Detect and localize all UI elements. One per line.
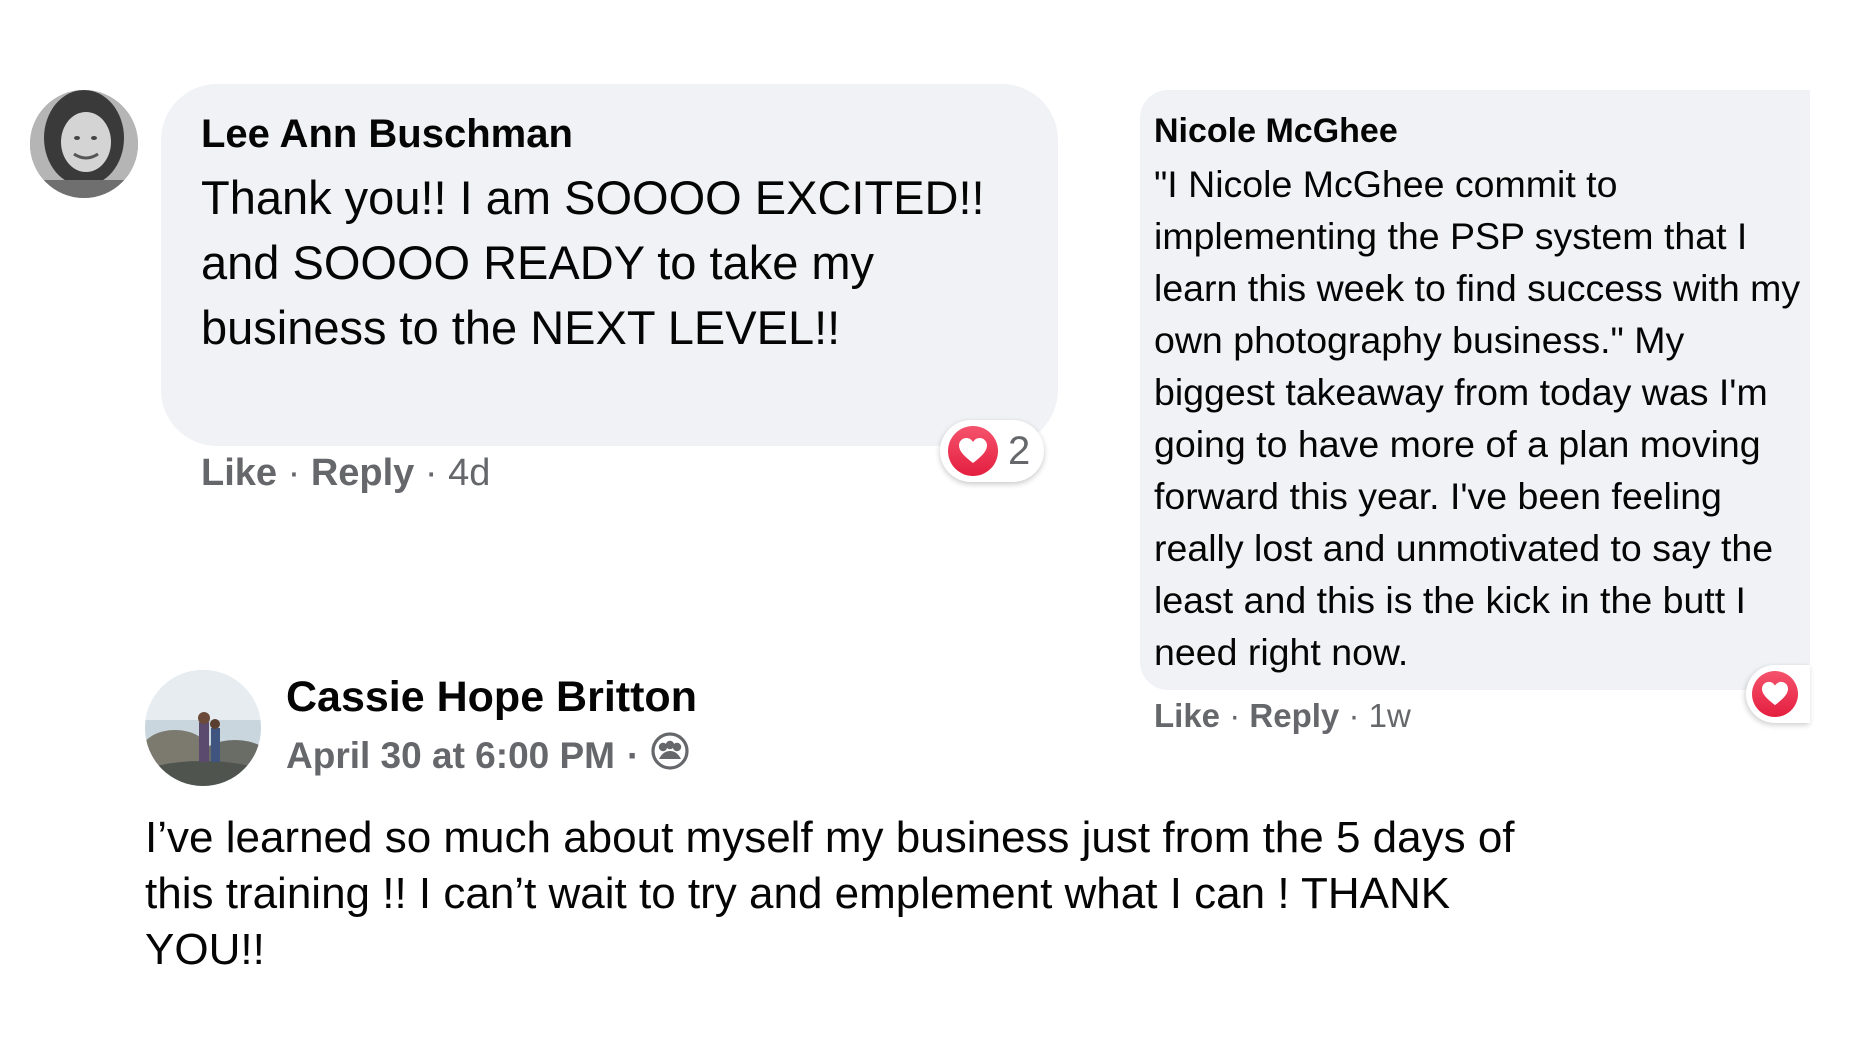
reply-link[interactable]: Reply xyxy=(311,452,414,494)
separator: · xyxy=(287,452,301,494)
comment-actions: Like · Reply · 4d xyxy=(201,452,490,495)
post-author-name[interactable]: Cassie Hope Britton xyxy=(286,673,697,722)
group-icon[interactable] xyxy=(651,732,689,779)
reaction-summary[interactable] xyxy=(1746,665,1810,723)
comment-timestamp[interactable]: 1w xyxy=(1369,697,1411,734)
post-text: I’ve learned so much about myself my bus… xyxy=(145,813,1515,974)
comment-actions: Like · Reply · 1w xyxy=(1154,697,1411,735)
avatar-lee-ann[interactable] xyxy=(30,90,138,198)
comment-timestamp[interactable]: 4d xyxy=(448,452,490,494)
avatar-cassie[interactable] xyxy=(145,670,261,786)
reaction-count: 2 xyxy=(1008,428,1031,473)
separator: · xyxy=(1229,697,1241,734)
comment-text: Thank you!! I am SOOOO EXCITED!! and SOO… xyxy=(201,171,985,354)
heart-icon xyxy=(1752,671,1798,717)
like-link[interactable]: Like xyxy=(1154,697,1220,734)
post-meta: April 30 at 6:00 PM · xyxy=(286,732,689,779)
separator: · xyxy=(424,452,438,494)
comment-author-name[interactable]: Nicole McGhee xyxy=(1154,112,1398,151)
comment-text: "I Nicole McGhee commit to implementing … xyxy=(1154,163,1801,673)
comment-author-name[interactable]: Lee Ann Buschman xyxy=(201,112,573,157)
heart-icon xyxy=(948,426,998,476)
reply-link[interactable]: Reply xyxy=(1249,697,1339,734)
separator: · xyxy=(627,734,640,776)
separator: · xyxy=(1348,697,1360,734)
reaction-summary[interactable]: 2 xyxy=(940,420,1045,482)
post-timestamp[interactable]: April 30 at 6:00 PM xyxy=(286,735,615,777)
like-link[interactable]: Like xyxy=(201,452,277,494)
